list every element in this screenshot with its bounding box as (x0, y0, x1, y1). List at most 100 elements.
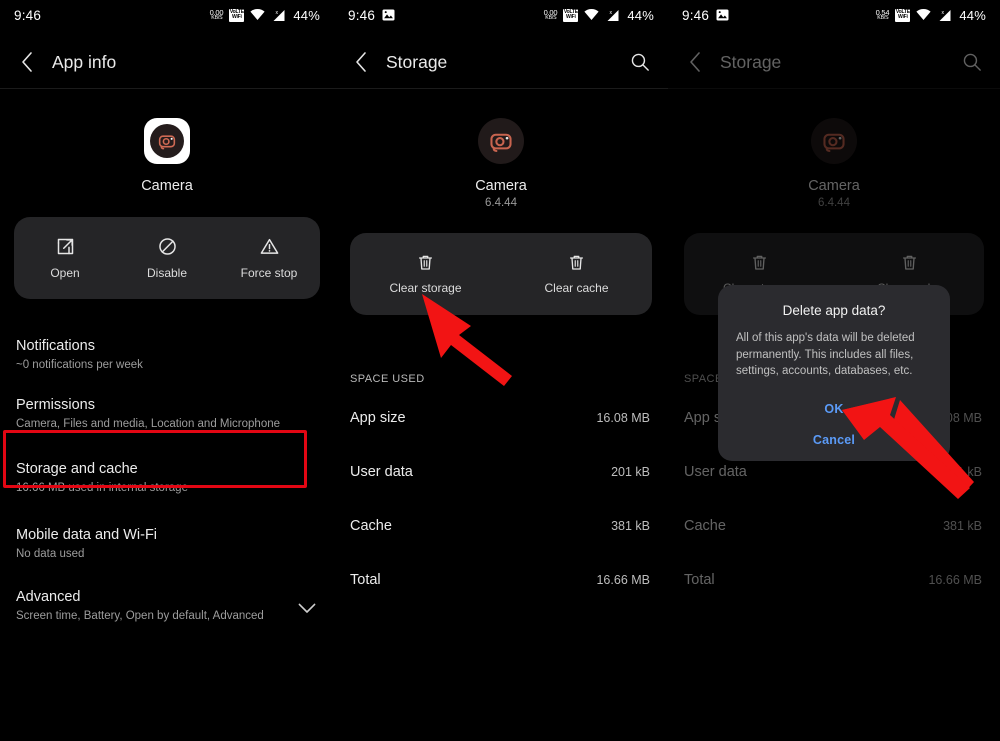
trash-icon (902, 255, 916, 270)
app-name: Camera (475, 178, 527, 194)
row-value: 16.66 MB (928, 573, 982, 587)
clear-storage-button[interactable]: Clear storage (350, 253, 501, 295)
appbar-divider (0, 88, 334, 89)
dialog-body: All of this app's data will be deleted p… (736, 332, 915, 378)
row-key: App size (350, 410, 406, 426)
app-name: Camera (141, 178, 193, 194)
app-header-panel3: Camera 6.4.44 (668, 118, 1000, 209)
action-card-panel2: Clear storage Clear cache (350, 233, 652, 315)
camera-app-icon (478, 118, 524, 164)
open-button-label: Open (50, 266, 80, 280)
appbar-panel1: App info (0, 40, 334, 84)
appbar-divider (334, 88, 668, 89)
status-icons: 0.54 KB/S VoLTE WiFi x 44% (876, 8, 986, 23)
app-header-panel1: Camera (0, 118, 334, 194)
list-item-title: Mobile data and Wi-Fi (16, 527, 158, 544)
list-item-subtitle: Camera, Files and media, Location and Mi… (16, 418, 281, 431)
data-rate-icon: 0.54 KB/S (875, 7, 890, 21)
battery-percent: 44% (959, 7, 986, 23)
row-key: Total (350, 572, 381, 588)
warning-triangle-icon (260, 238, 278, 254)
clear-cache-button[interactable]: Clear cache (501, 253, 652, 295)
table-row-total[interactable]: Total 16.66 MB (334, 572, 668, 588)
table-row-user-data[interactable]: User data 201 kB (334, 464, 668, 480)
status-bar-panel1: 9:46 0.00 KB/S VoLTE WiFi x 44% (0, 0, 334, 30)
back-chevron-left-icon[interactable] (350, 51, 372, 73)
row-value: 381 kB (943, 519, 982, 533)
row-value: 16.66 MB (596, 573, 650, 587)
vowifi-icon: VoLTE WiFi (229, 8, 245, 22)
status-clock: 9:46 (682, 7, 710, 23)
clear-storage-label: Clear storage (389, 281, 462, 295)
cellular-signal-icon: x (273, 9, 285, 21)
disable-button[interactable]: Disable (116, 236, 218, 280)
cellular-signal-icon: x (939, 9, 951, 21)
app-header-panel2: Camera 6.4.44 (334, 118, 668, 209)
panel-storage-dialog: 9:46 0.54 KB/S VoLTE WiFi x 44% Storage … (668, 0, 1000, 741)
table-row-app-size[interactable]: App size 16.08 MB (334, 410, 668, 426)
back-chevron-left-icon[interactable] (16, 51, 38, 73)
search-icon[interactable] (628, 50, 652, 74)
status-clock: 9:46 (348, 7, 376, 23)
list-item-mobile-data-wifi[interactable]: Mobile data and Wi-Fi No data used (0, 513, 334, 574)
panel-storage: 9:46 0.00 KB/S VoLTE WiFi x 44% Storage … (334, 0, 668, 741)
disable-icon (158, 238, 176, 255)
dialog-ok-button[interactable]: OK (824, 402, 843, 416)
list-item-advanced[interactable]: Advanced Screen time, Battery, Open by d… (0, 574, 334, 636)
status-clock: 9:46 (14, 7, 42, 23)
force-stop-button-label: Force stop (240, 266, 298, 280)
list-item-subtitle: 16.66 MB used in internal storage (16, 482, 188, 495)
open-button[interactable]: Open (14, 236, 116, 280)
list-item-permissions[interactable]: Permissions Camera, Files and media, Loc… (0, 385, 334, 444)
dialog-cancel-button[interactable]: Cancel (813, 433, 855, 447)
wifi-icon (916, 9, 931, 20)
force-stop-button[interactable]: Force stop (218, 236, 320, 280)
battery-percent: 44% (627, 7, 654, 23)
list-item-subtitle: ~0 notifications per week (16, 359, 143, 372)
status-icons: 0.00 KB/S VoLTE WiFi x 44% (210, 8, 320, 23)
dialog-title: Delete app data? (782, 303, 886, 318)
list-item-title: Notifications (16, 338, 95, 354)
panel-app-info: 9:46 0.00 KB/S VoLTEWiFi x 44% App info (0, 0, 334, 741)
row-key: User data (684, 464, 747, 480)
row-key: User data (350, 464, 413, 480)
status-icons: 0.00 KB/S VoLTE WiFi x 44% (544, 8, 654, 23)
list-item-title: Advanced (16, 589, 81, 606)
chevron-down-icon[interactable] (298, 603, 316, 614)
appbar-panel2: Storage (334, 40, 668, 84)
camera-app-icon (144, 118, 190, 164)
table-row-user-data[interactable]: User data 201 kB (668, 464, 1000, 480)
image-icon (382, 9, 395, 21)
status-bar-panel2: 9:46 0.00 KB/S VoLTE WiFi x 44% (334, 0, 668, 30)
dialog-actions: OK Cancel (736, 402, 932, 447)
table-row-cache[interactable]: Cache 381 kB (668, 518, 1000, 534)
list-item-notifications[interactable]: Notifications ~0 notifications per week (0, 326, 334, 385)
svg-text:x: x (610, 10, 613, 16)
table-row-cache[interactable]: Cache 381 kB (334, 518, 668, 534)
row-key: Cache (684, 518, 726, 534)
camera-app-icon (811, 118, 857, 164)
page-title: Storage (386, 51, 448, 72)
wifi-icon (250, 9, 265, 20)
action-card-panel1: Open Disable Force stop (14, 217, 320, 299)
app-version: 6.4.44 (485, 197, 517, 209)
clear-cache-label: Clear cache (544, 281, 609, 295)
list-item-subtitle: Screen time, Battery, Open by default, A… (16, 610, 264, 623)
list-item-title: Permissions (16, 397, 95, 414)
battery-percent: 44% (293, 7, 320, 23)
page-title: App info (52, 51, 117, 72)
delete-app-data-dialog: Delete app data? All of this app's data … (718, 285, 950, 462)
row-value: 201 kB (611, 465, 650, 479)
app-name: Camera (808, 178, 860, 194)
back-chevron-left-icon[interactable] (684, 51, 706, 73)
data-rate-icon: 0.00 KB/S (209, 7, 224, 21)
open-external-icon (57, 238, 73, 255)
list-item-storage-and-cache[interactable]: Storage and cache 16.66 MB used in inter… (0, 444, 334, 513)
settings-list-panel1: Notifications ~0 notifications per week … (0, 326, 334, 636)
table-row-total[interactable]: Total 16.66 MB (668, 572, 1000, 588)
search-icon[interactable] (960, 50, 984, 74)
wifi-icon (584, 9, 599, 20)
list-item-title: Storage and cache (16, 461, 138, 478)
vowifi-icon: VoLTE WiFi (563, 8, 579, 22)
image-icon (716, 9, 729, 21)
